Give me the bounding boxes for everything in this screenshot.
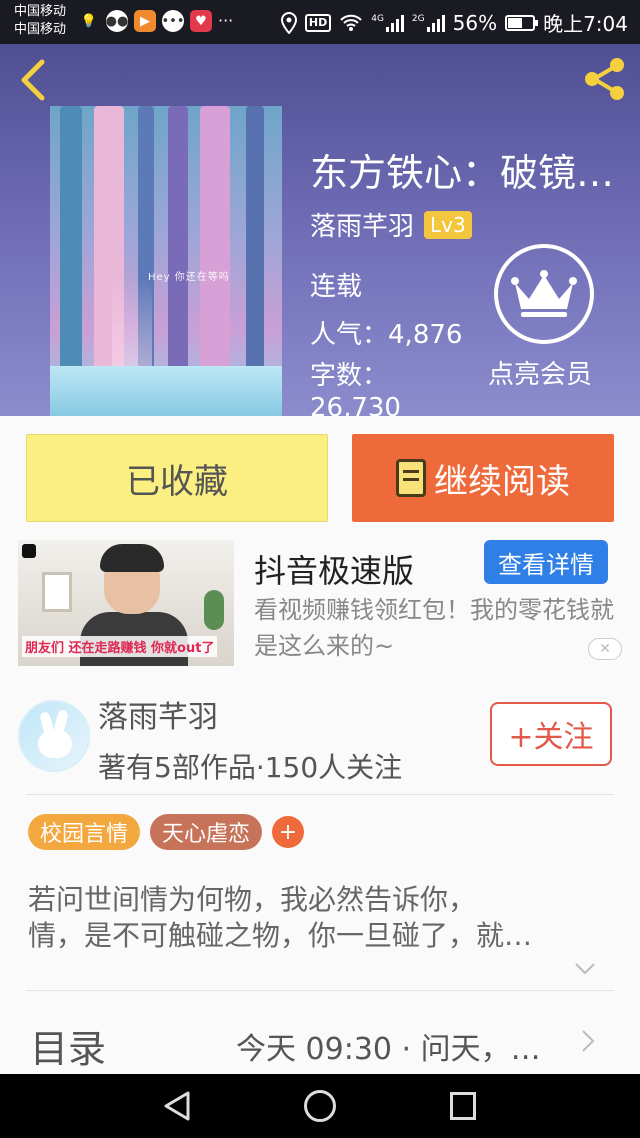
hd-badge: HD bbox=[304, 13, 332, 32]
divider bbox=[26, 794, 614, 795]
status-bar: 中国移动 中国移动 💡 ●● ▶ ••• ♥ ··· HD 4G 2G 56% … bbox=[0, 0, 640, 44]
word-count-label: 字数： bbox=[310, 361, 389, 391]
wechat-icon: ●● bbox=[106, 10, 128, 32]
carrier-1: 中国移动 bbox=[14, 4, 67, 19]
synopsis-line-2: 情，是不可触碰之物，你一旦碰了，就… bbox=[28, 919, 533, 952]
crown-icon bbox=[511, 270, 577, 317]
wifi-icon bbox=[340, 14, 362, 31]
location-icon bbox=[280, 11, 297, 34]
synopsis-line-1: 若问世间情为何物，我必然告诉你， bbox=[28, 883, 477, 916]
follow-button[interactable]: +关注 bbox=[490, 702, 612, 766]
serial-status: 连载 bbox=[310, 272, 363, 302]
clock: 晚上7:04 bbox=[543, 12, 628, 36]
ad-caption: 朋友们 还在走路赚钱 你就out了 bbox=[22, 636, 218, 657]
ad-title[interactable]: 抖音极速版 bbox=[254, 546, 414, 592]
ad-close-icon[interactable]: ✕ bbox=[588, 638, 622, 660]
bulb-icon: 💡 bbox=[80, 13, 98, 29]
collected-button[interactable]: 已收藏 bbox=[26, 434, 328, 522]
ad-image[interactable]: 朋友们 还在走路赚钱 你就out了 bbox=[18, 540, 234, 666]
battery-percent: 56% bbox=[452, 10, 498, 35]
popularity-value: 4,876 bbox=[388, 320, 463, 350]
word-count-value: 26,730 bbox=[310, 393, 401, 416]
book-icon bbox=[396, 459, 426, 497]
chevron-right-icon[interactable] bbox=[580, 1028, 596, 1054]
tag-tragic-romance[interactable]: 天心虐恋 bbox=[150, 814, 262, 850]
book-title: 东方铁心：破镜… bbox=[310, 151, 615, 195]
toc-latest-chapter[interactable]: 今天 09:30 · 问天，… bbox=[236, 1024, 562, 1068]
signal-2g: 2G bbox=[412, 14, 445, 32]
carrier-2: 中国移动 bbox=[14, 22, 67, 37]
carrier-info: 中国移动 中国移动 bbox=[14, 3, 66, 39]
vip-button[interactable] bbox=[494, 244, 594, 344]
avatar[interactable] bbox=[18, 700, 90, 772]
ad-description[interactable]: 看视频赚钱领红包！我的零花钱就是这么来的~ bbox=[254, 592, 620, 664]
popularity-label: 人气： bbox=[310, 320, 389, 350]
vip-label[interactable]: 点亮会员 bbox=[488, 354, 592, 391]
cover-text: Hey 你还在等吗 bbox=[148, 272, 230, 283]
nav-home-icon[interactable] bbox=[304, 1090, 336, 1122]
add-tag-button[interactable]: + bbox=[272, 816, 304, 848]
share-icon[interactable] bbox=[582, 56, 628, 102]
toc-label[interactable]: 目录 bbox=[30, 1018, 106, 1073]
popularity: 人气：4,876 bbox=[310, 314, 462, 351]
synopsis[interactable]: 若问世间情为何物，我必然告诉你， 情，是不可触碰之物，你一旦碰了，就… bbox=[28, 882, 618, 954]
tag-campus-romance[interactable]: 校园言情 bbox=[28, 814, 140, 850]
nav-recent-apps-icon[interactable] bbox=[450, 1092, 476, 1120]
signal-4g: 4G bbox=[371, 14, 404, 32]
book-header: Hey 你还在等吗 东方铁心：破镜… 落雨芊羽 Lv3 连载 人气：4,876 … bbox=[0, 44, 640, 416]
notification-icons: 💡 ●● ▶ ••• ♥ ··· bbox=[78, 10, 233, 32]
battery-icon bbox=[505, 14, 539, 31]
heart-icon: ♥ bbox=[190, 10, 212, 32]
book-cover[interactable]: Hey 你还在等吗 bbox=[50, 106, 282, 416]
continue-reading-button[interactable]: 继续阅读 bbox=[352, 434, 614, 522]
tiktok-icon bbox=[22, 544, 36, 558]
level-badge: Lv3 bbox=[424, 210, 472, 239]
ad-detail-button[interactable]: 查看详情 bbox=[484, 540, 608, 584]
chevron-down-icon[interactable] bbox=[574, 962, 596, 976]
back-icon[interactable] bbox=[16, 58, 52, 102]
system-nav-bar bbox=[0, 1074, 640, 1138]
author-name[interactable]: 落雨芊羽 bbox=[310, 206, 414, 243]
more-icon: ··· bbox=[218, 11, 234, 30]
chat-icon: ••• bbox=[162, 10, 185, 32]
divider bbox=[26, 990, 614, 991]
word-count: 字数：26,730 bbox=[310, 360, 410, 416]
status-right: HD 4G 2G 56% 晚上7:04 bbox=[280, 8, 628, 37]
author-section-name[interactable]: 落雨芊羽 bbox=[98, 692, 218, 736]
author-row: 落雨芊羽 Lv3 bbox=[310, 206, 472, 243]
book-detail-card: 已收藏 继续阅读 朋友们 还在走路赚钱 你就out了 抖音极速版 查看详情 看视… bbox=[0, 416, 640, 1074]
nav-back-icon[interactable] bbox=[162, 1090, 192, 1122]
author-stats: 著有5部作品·150人关注 bbox=[98, 751, 403, 784]
video-icon: ▶ bbox=[134, 10, 156, 32]
continue-reading-label: 继续阅读 bbox=[434, 461, 570, 502]
